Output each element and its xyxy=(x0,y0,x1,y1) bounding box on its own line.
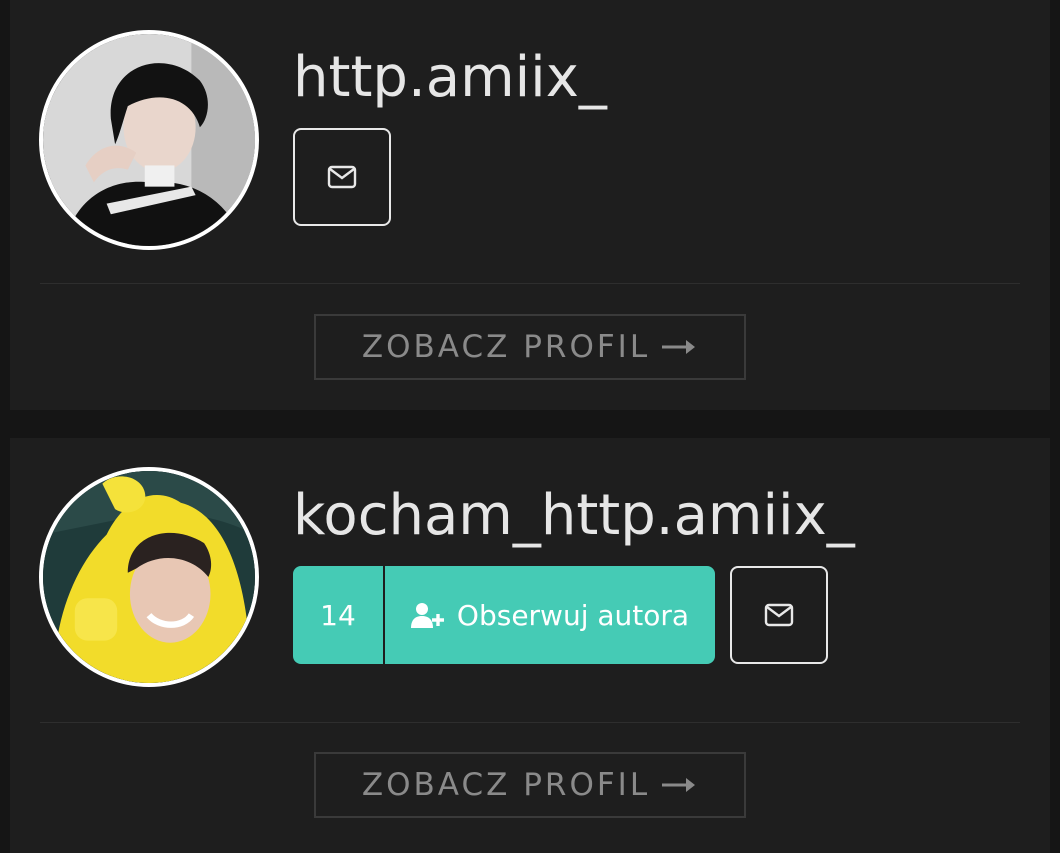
envelope-icon xyxy=(327,165,357,189)
message-button[interactable] xyxy=(730,566,828,664)
avatar-person-dark-hair-icon xyxy=(43,34,255,246)
user-plus-icon xyxy=(410,603,444,628)
view-profile-label: ZOBACZ PROFIL xyxy=(361,329,651,365)
envelope-icon xyxy=(764,603,794,627)
arrow-right-icon xyxy=(662,340,696,354)
view-profile-button[interactable]: ZOBACZ PROFIL xyxy=(314,314,746,380)
view-profile-button[interactable]: ZOBACZ PROFIL xyxy=(314,752,746,818)
followers-count: 14 xyxy=(293,566,385,664)
view-profile-label: ZOBACZ PROFIL xyxy=(361,767,651,803)
author-card: http.amiix_ ZOBACZ PROFIL xyxy=(10,0,1050,410)
follow-author-button[interactable]: Obserwuj autora xyxy=(385,566,715,664)
page: http.amiix_ ZOBACZ PROFIL kocham_http.am… xyxy=(0,0,1060,853)
author-username[interactable]: http.amiix_ xyxy=(293,50,607,106)
author-card: kocham_http.amiix_ 14 Obserwuj autora ZO… xyxy=(10,438,1050,853)
divider xyxy=(40,722,1020,723)
message-button[interactable] xyxy=(293,128,391,226)
follow-group: 14 Obserwuj autora xyxy=(293,566,715,664)
author-username[interactable]: kocham_http.amiix_ xyxy=(293,488,855,544)
avatar[interactable] xyxy=(39,30,259,250)
divider xyxy=(40,283,1020,284)
follow-author-label: Obserwuj autora xyxy=(456,598,690,632)
arrow-right-icon xyxy=(662,778,696,792)
avatar[interactable] xyxy=(39,467,259,687)
avatar-person-yellow-hood-icon xyxy=(43,471,255,683)
